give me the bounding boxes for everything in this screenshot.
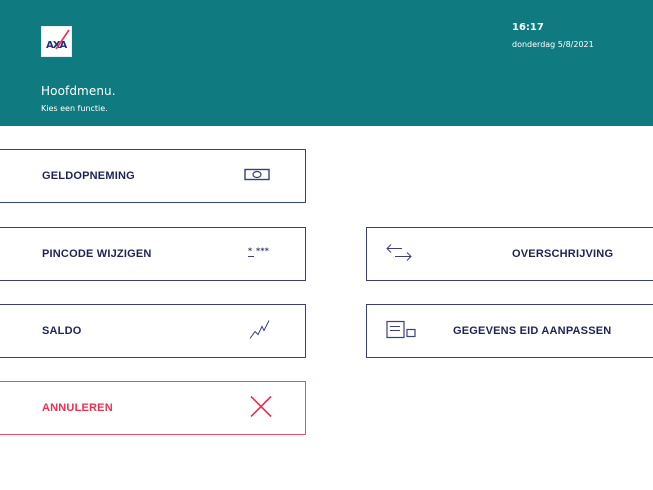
cancel-button[interactable]: ANNULEREN bbox=[0, 381, 306, 435]
current-date: donderdag 5/8/2021 bbox=[512, 40, 594, 49]
swap-arrows-icon bbox=[386, 243, 412, 266]
withdrawal-button[interactable]: GELDOPNEMING bbox=[0, 149, 306, 203]
balance-button[interactable]: SALDO bbox=[0, 304, 306, 358]
balance-label: SALDO bbox=[42, 325, 82, 337]
change-pin-label: PINCODE WIJZIGEN bbox=[42, 248, 152, 260]
update-eid-button[interactable]: GEGEVENS EID AANPASSEN bbox=[366, 304, 653, 358]
chart-line-icon bbox=[249, 319, 271, 344]
axa-logo: AXA bbox=[41, 26, 72, 57]
id-card-icon bbox=[386, 320, 418, 343]
svg-text:*: * bbox=[248, 247, 253, 256]
withdrawal-label: GELDOPNEMING bbox=[42, 170, 135, 182]
cancel-label: ANNULEREN bbox=[42, 402, 113, 414]
page-subtitle: Kies een functie. bbox=[41, 104, 108, 113]
page-title: Hoofdmenu. bbox=[41, 84, 116, 98]
transfer-label: OVERSCHRIJVING bbox=[512, 248, 614, 260]
change-pin-button[interactable]: PINCODE WIJZIGEN * *** bbox=[0, 227, 306, 281]
clock-time: 16:17 bbox=[512, 22, 544, 33]
pin-dots-icon: * *** bbox=[248, 247, 278, 262]
header-bar: AXA Hoofdmenu. Kies een functie. 16:17 d… bbox=[0, 0, 653, 126]
transfer-button[interactable]: OVERSCHRIJVING bbox=[366, 227, 653, 281]
svg-text:***: *** bbox=[256, 247, 270, 256]
close-icon bbox=[249, 395, 273, 422]
update-eid-label: GEGEVENS EID AANPASSEN bbox=[453, 325, 612, 337]
banknote-icon bbox=[244, 168, 270, 185]
